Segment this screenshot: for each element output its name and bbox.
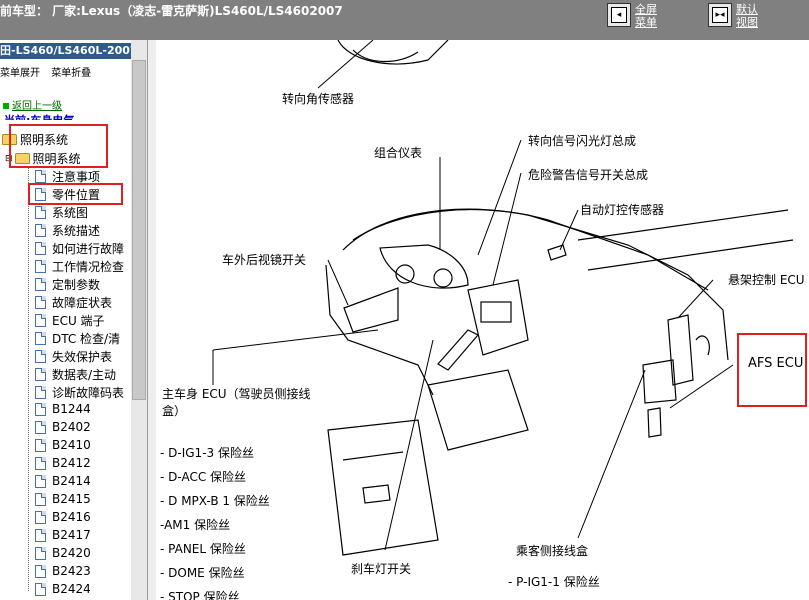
tree-item[interactable]: 工作情况检查 [35,258,124,275]
document-icon [35,224,46,237]
tree-folder-lighting[interactable]: 照明系统 [2,131,68,148]
tree-item[interactable]: B2412 [35,456,91,470]
document-icon [35,510,46,524]
document-icon [35,260,46,273]
default-view-button[interactable]: ▸◂ 默认 视图 [708,3,758,29]
fullscreen-label-line1: 全屏 [635,3,657,16]
tree-item[interactable]: 系统图 [35,204,88,221]
sidebar-scrollbar[interactable] [131,40,147,600]
fuse-label: - D MPX-B 1 保险丝 [160,494,270,508]
tree-item[interactable]: B2420 [35,546,91,560]
tree-item[interactable]: 数据表/主动 [35,366,116,383]
document-icon [35,456,46,470]
label-passenger-junction-block: 乘客侧接线盒 [516,544,589,558]
label-combination-meter: 组合仪表 [374,146,423,160]
tree-item[interactable]: ECU 端子 [35,312,105,329]
document-icon [35,546,46,560]
default-view-icon: ▸◂ [708,3,732,27]
label-stop-switch: 刹车灯开关 [351,562,412,576]
tree-item[interactable]: B1244 [35,402,91,416]
document-icon [35,314,46,327]
tree-item[interactable]: 如何进行故障 [35,240,124,257]
default-label-line2: 视图 [736,16,758,29]
tree-item[interactable]: 失效保护表 [35,348,112,365]
fullscreen-menu-button[interactable]: ◂ 全屏 菜单 [607,3,657,29]
tree-item[interactable]: B2414 [35,474,91,488]
tree-item[interactable]: 零件位置 [35,186,100,203]
document-icon [35,296,46,309]
vehicle-title: 前车型： 厂家:Lexus（凌志-雷克萨斯)LS460L/LS4602007 [0,4,343,18]
document-icon [35,242,46,255]
tree-item[interactable]: 系统描述 [35,222,100,239]
fuse-label: - DOME 保险丝 [160,566,245,580]
tree-subfolder-lighting[interactable]: ⊟ 照明系统 [5,150,81,167]
tree-item[interactable]: B2410 [35,438,91,452]
document-icon [35,474,46,488]
tree-item[interactable]: B2424 [35,582,91,596]
fullscreen-label-line2: 菜单 [635,16,657,29]
label-suspension-ecu: 悬架控制 ECU [728,273,805,287]
label-main-body-ecu-cont: 盒） [162,404,187,418]
fuse-label: - STOP 保险丝 [160,590,240,600]
document-icon [35,528,46,542]
tree-item[interactable]: B2415 [35,492,91,506]
document-icon [35,350,46,363]
tree-item[interactable]: 注意事项 [35,168,100,185]
top-bar: 前车型： 厂家:Lexus（凌志-雷克萨斯)LS460L/LS4602007 ◂… [0,0,809,40]
document-icon [35,420,46,434]
fuse-label: - D-ACC 保险丝 [160,470,247,484]
dashboard-illustration [212,40,794,556]
document-icon [35,188,46,201]
collapse-toggle-icon[interactable]: ⊟ [5,154,13,164]
default-label-line1: 默认 [736,3,758,16]
tree-item[interactable]: B2402 [35,420,91,434]
document-icon [35,206,46,219]
parts-location-diagram: 转向角传感器 组合仪表 转向信号闪光灯总成 危险警告信号开关总成 自动灯控传感器… [148,40,809,600]
document-icon [35,438,46,452]
sidebar-header: 田-LS460/LS460L-2007 [0,43,131,59]
folder-open-icon [14,153,30,164]
sidebar-scroll-thumb[interactable] [132,60,146,400]
tree-item[interactable]: B2417 [35,528,91,542]
tree-item[interactable]: DTC 检查/清 [35,330,120,347]
tree-item[interactable]: B2423 [35,564,91,578]
label-auto-light-sensor: 自动灯控传感器 [580,203,665,217]
content-scrollbar[interactable] [148,40,156,600]
label-main-body-ecu: 主车身 ECU（驾驶员侧接线 [162,387,311,401]
highlight-box-afs-ecu [737,333,807,407]
menu-collapse-button[interactable]: 菜单折叠 [51,68,91,79]
document-icon [35,332,46,345]
document-icon [35,368,46,381]
tree-item[interactable]: 诊断故障码表 [35,384,124,401]
document-icon [35,564,46,578]
fuse-label: - D-IG1-3 保险丝 [160,446,254,460]
tree-item[interactable]: 定制参数 [35,276,100,293]
folder-open-icon [2,134,17,145]
fuse-label: -AM1 保险丝 [160,518,231,532]
label-passenger-fuse: - P-IG1-1 保险丝 [508,575,600,589]
document-icon [35,402,46,416]
tree-item[interactable]: 故障症状表 [35,294,112,311]
document-icon [35,582,46,596]
back-link[interactable]: 返回上一级 [3,97,62,112]
document-icon [35,386,46,399]
tree-connector [28,166,29,591]
tree-item[interactable]: B2416 [35,510,91,524]
label-hazard-switch: 危险警告信号开关总成 [528,168,649,182]
current-section: 当前:车身电气 [4,112,74,120]
fullscreen-icon: ◂ [607,3,631,27]
fuse-label: - PANEL 保险丝 [160,542,246,556]
document-icon [35,278,46,291]
label-mirror-switch: 车外后视镜开关 [222,253,307,267]
document-icon [35,492,46,506]
sidebar: 田-LS460/LS460L-2007 菜单展开 菜单折叠 返回上一级 当前:车… [0,40,148,600]
document-icon [35,170,46,183]
label-steering-sensor: 转向角传感器 [282,92,355,106]
label-turn-flasher: 转向信号闪光灯总成 [528,134,637,148]
menu-expand-button[interactable]: 菜单展开 [0,68,40,79]
